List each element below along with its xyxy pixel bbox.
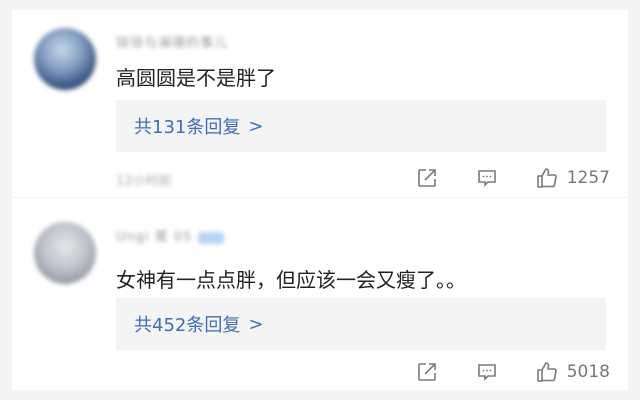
comment-list: 琼琼与澜珊的事儿 高圆圆是不是胖了 共131条回复 > 12小时前 1257 U… <box>12 10 628 390</box>
replies-link[interactable]: 共452条回复 > <box>116 298 606 350</box>
comment-item: Ungi 箐 05 女神有一点点胖，但应该一会又瘦了。。 共452条回复 > 5… <box>12 204 628 390</box>
chevron-right-icon: > <box>248 115 264 137</box>
comment-item: 琼琼与澜珊的事儿 高圆圆是不是胖了 共131条回复 > 12小时前 1257 <box>12 10 628 198</box>
avatar[interactable] <box>34 28 96 90</box>
member-badge <box>198 231 225 244</box>
like-button[interactable]: 1257 <box>535 166 610 190</box>
comment-time: 12小时前 <box>116 174 172 189</box>
username[interactable]: Ungi 箐 05 <box>116 226 225 245</box>
chevron-right-icon: > <box>248 313 264 335</box>
comment-actions: 1257 <box>415 166 610 190</box>
replies-label: 共131条回复 <box>134 117 241 138</box>
replies-link[interactable]: 共131条回复 > <box>116 100 606 152</box>
share-icon[interactable] <box>415 166 439 190</box>
like-button[interactable]: 5018 <box>535 360 610 384</box>
comment-actions: 5018 <box>415 360 610 384</box>
thumbs-up-icon <box>535 360 559 384</box>
avatar[interactable] <box>34 222 96 284</box>
replies-label: 共452条回复 <box>134 315 241 336</box>
comment-icon[interactable] <box>475 166 499 190</box>
comment-text: 高圆圆是不是胖了 <box>116 66 276 90</box>
username[interactable]: 琼琼与澜珊的事儿 <box>116 32 228 51</box>
like-count: 5018 <box>566 362 610 382</box>
like-count: 1257 <box>566 168 610 188</box>
comment-text: 女神有一点点胖，但应该一会又瘦了。。 <box>116 268 466 292</box>
divider <box>12 197 628 198</box>
thumbs-up-icon <box>535 166 559 190</box>
comment-icon[interactable] <box>475 360 499 384</box>
share-icon[interactable] <box>415 360 439 384</box>
username-text: Ungi 箐 05 <box>116 230 193 245</box>
